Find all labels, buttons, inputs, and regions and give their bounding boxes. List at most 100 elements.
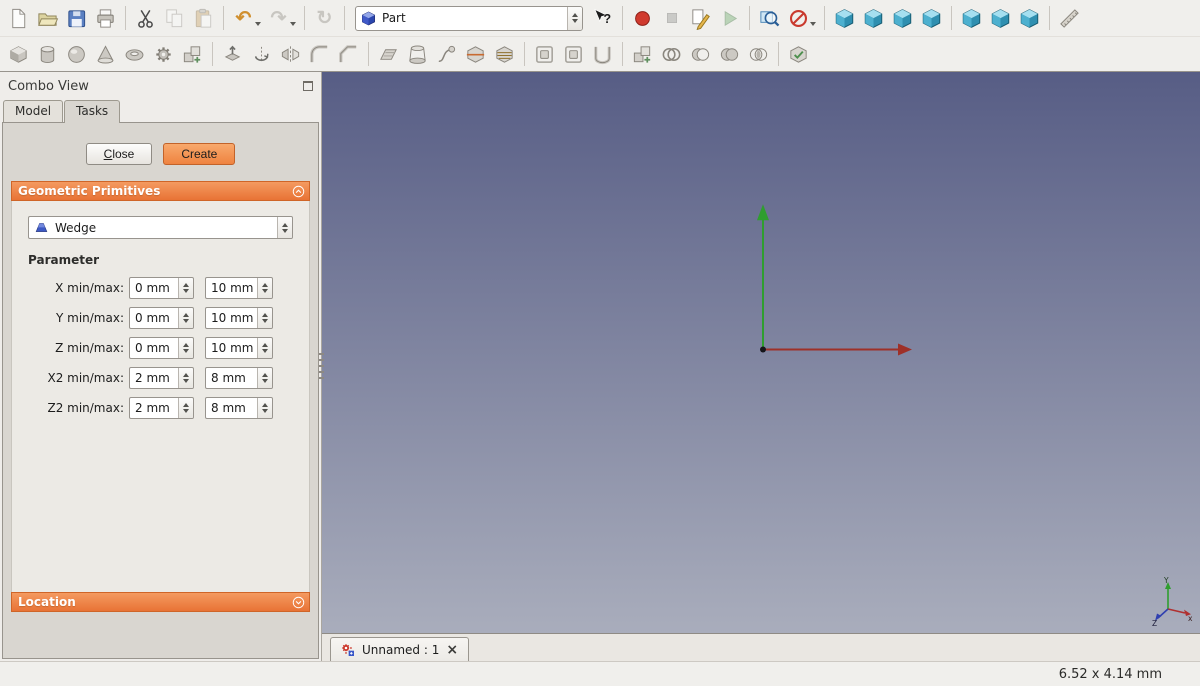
toolbar-separator	[622, 42, 623, 66]
spin-arrows-icon[interactable]	[257, 278, 272, 298]
spin-arrows-icon[interactable]	[257, 338, 272, 358]
geometric-primitives-title: Geometric Primitives	[18, 184, 161, 198]
tab-tasks[interactable]: Tasks	[64, 100, 121, 123]
spin-arrows-icon[interactable]	[257, 308, 272, 328]
shape-type-select[interactable]: Wedge	[28, 216, 293, 239]
fit-all-button[interactable]	[755, 3, 784, 33]
zmax-input[interactable]: 10 mm	[205, 337, 273, 359]
spin-arrows-icon[interactable]	[178, 368, 193, 388]
spin-arrows-icon[interactable]	[178, 398, 193, 418]
cut-button[interactable]	[131, 3, 160, 33]
draw-style-button[interactable]	[784, 3, 813, 33]
x2min-input[interactable]: 2 mm	[129, 367, 194, 389]
new-document-button[interactable]	[4, 3, 33, 33]
part-mirror-button[interactable]	[276, 39, 305, 69]
part-shapebuilder-button[interactable]	[178, 39, 207, 69]
zmin-input[interactable]: 0 mm	[129, 337, 194, 359]
workbench-selector-spinner[interactable]	[567, 6, 582, 30]
navigation-axis-cluster: Y x Z	[1152, 576, 1193, 627]
xmin-input[interactable]: 0 mm	[129, 277, 194, 299]
z2max-input[interactable]: 8 mm	[205, 397, 273, 419]
part-loft-button[interactable]	[403, 39, 432, 69]
view-front-button[interactable]	[859, 3, 888, 33]
location-header[interactable]: Location	[11, 592, 310, 612]
part-section-button[interactable]	[461, 39, 490, 69]
part-chamfer-button[interactable]	[334, 39, 363, 69]
ymax-input[interactable]: 10 mm	[205, 307, 273, 329]
part-check-geometry-button[interactable]	[784, 39, 813, 69]
create-button[interactable]: Create	[163, 143, 236, 165]
geometric-primitives-header[interactable]: Geometric Primitives	[11, 181, 310, 201]
chamfer-icon	[339, 44, 358, 64]
expand-section-icon[interactable]	[291, 595, 306, 610]
part-box-button[interactable]	[4, 39, 33, 69]
view-bottom-button[interactable]	[986, 3, 1015, 33]
part-cone-button[interactable]	[91, 39, 120, 69]
part-fillet-button[interactable]	[305, 39, 334, 69]
part-primitives-button[interactable]	[149, 39, 178, 69]
macro-edit-button[interactable]	[686, 3, 715, 33]
ymin-input[interactable]: 0 mm	[129, 307, 194, 329]
copy-button[interactable]	[160, 3, 189, 33]
part-cylinder-button[interactable]	[33, 39, 62, 69]
spin-arrows-icon[interactable]	[257, 368, 272, 388]
xmax-input[interactable]: 10 mm	[205, 277, 273, 299]
part-ruled-surface-button[interactable]	[374, 39, 403, 69]
view-right-button[interactable]	[917, 3, 946, 33]
part-revolve-button[interactable]	[247, 39, 276, 69]
macro-stop-button[interactable]	[657, 3, 686, 33]
macro-execute-button[interactable]	[715, 3, 744, 33]
z2min-input[interactable]: 2 mm	[129, 397, 194, 419]
part-sphere-button[interactable]	[62, 39, 91, 69]
spin-arrows-icon[interactable]	[178, 278, 193, 298]
param-label: X min/max:	[55, 281, 124, 295]
save-document-button[interactable]	[62, 3, 91, 33]
status-bar: 6.52 x 4.14 mm	[0, 661, 1200, 686]
measure-distance-button[interactable]	[1055, 3, 1084, 33]
paste-button[interactable]	[189, 3, 218, 33]
panel-splitter[interactable]	[319, 352, 324, 381]
view-axonometric-button[interactable]	[830, 3, 859, 33]
collapse-section-icon[interactable]	[291, 184, 306, 199]
part-extrude-button[interactable]	[218, 39, 247, 69]
float-panel-icon[interactable]	[303, 81, 313, 91]
draw-style-dropdown-caret-icon[interactable]	[810, 22, 816, 26]
undo-dropdown-caret-icon[interactable]	[255, 22, 261, 26]
part-offset-2d-button[interactable]	[559, 39, 588, 69]
shape-type-spinner[interactable]	[277, 217, 292, 238]
open-document-button[interactable]	[33, 3, 62, 33]
view-top-button[interactable]	[888, 3, 917, 33]
close-button[interactable]: Close	[85, 143, 153, 165]
workbench-selector[interactable]: Part	[355, 5, 583, 31]
part-compound-button[interactable]	[628, 39, 657, 69]
x2max-input[interactable]: 8 mm	[205, 367, 273, 389]
print-button[interactable]	[91, 3, 120, 33]
spin-arrows-icon[interactable]	[178, 338, 193, 358]
redo-button[interactable]: ↷	[264, 3, 293, 33]
spin-arrows-icon[interactable]	[178, 308, 193, 328]
3d-viewport[interactable]: Y x Z	[322, 72, 1200, 633]
whats-this-button[interactable]	[588, 3, 617, 33]
top-view-cube-icon	[893, 8, 912, 28]
refresh-button[interactable]: ↻	[310, 3, 339, 33]
part-cross-sections-button[interactable]	[490, 39, 519, 69]
part-boolean-button[interactable]	[657, 39, 686, 69]
part-thickness-button[interactable]	[588, 39, 617, 69]
document-tab[interactable]: Unnamed : 1 ×	[330, 637, 470, 661]
nav-z-label: Z	[1152, 619, 1157, 627]
close-document-icon[interactable]: ×	[445, 643, 459, 657]
undo-button[interactable]: ↶	[229, 3, 258, 33]
spin-arrows-icon[interactable]	[257, 398, 272, 418]
view-rear-button[interactable]	[957, 3, 986, 33]
part-torus-button[interactable]	[120, 39, 149, 69]
cylinder-icon	[40, 45, 55, 63]
view-left-button[interactable]	[1015, 3, 1044, 33]
part-union-button[interactable]	[715, 39, 744, 69]
part-intersection-button[interactable]	[744, 39, 773, 69]
part-offset-3d-button[interactable]	[530, 39, 559, 69]
tab-model[interactable]: Model	[3, 100, 64, 122]
macro-record-button[interactable]	[628, 3, 657, 33]
part-sweep-button[interactable]	[432, 39, 461, 69]
toolbar-area: ↶ ↷ ↻ Part	[0, 0, 1200, 72]
part-cut-button[interactable]	[686, 39, 715, 69]
